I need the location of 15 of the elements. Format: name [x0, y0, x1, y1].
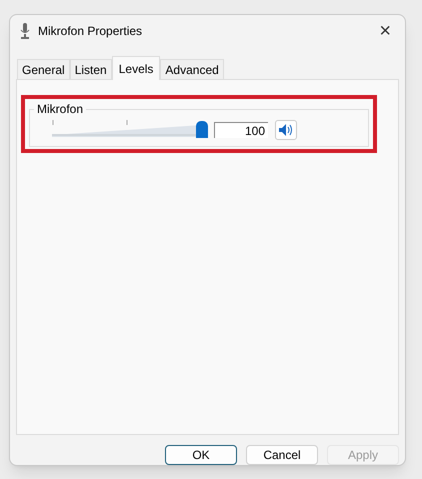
- tab[interactable]: General: [17, 59, 70, 79]
- level-field[interactable]: 100: [214, 122, 268, 138]
- close-button[interactable]: ×: [379, 21, 391, 41]
- dialog-button[interactable]: Cancel: [246, 445, 318, 465]
- tab[interactable]: Advanced: [160, 59, 224, 79]
- tab[interactable]: Levels: [112, 56, 160, 80]
- slider-thumb[interactable]: [196, 121, 208, 138]
- speaker-icon: [279, 124, 293, 136]
- volume-slider[interactable]: [52, 120, 207, 138]
- group-label: Mikrofon: [34, 102, 86, 116]
- microphone-icon: [20, 23, 30, 39]
- window-title: Mikrofon Properties: [38, 23, 142, 40]
- dialog-button[interactable]: OK: [165, 445, 237, 465]
- speaker-button[interactable]: [275, 120, 297, 140]
- tab[interactable]: Listen: [70, 59, 112, 79]
